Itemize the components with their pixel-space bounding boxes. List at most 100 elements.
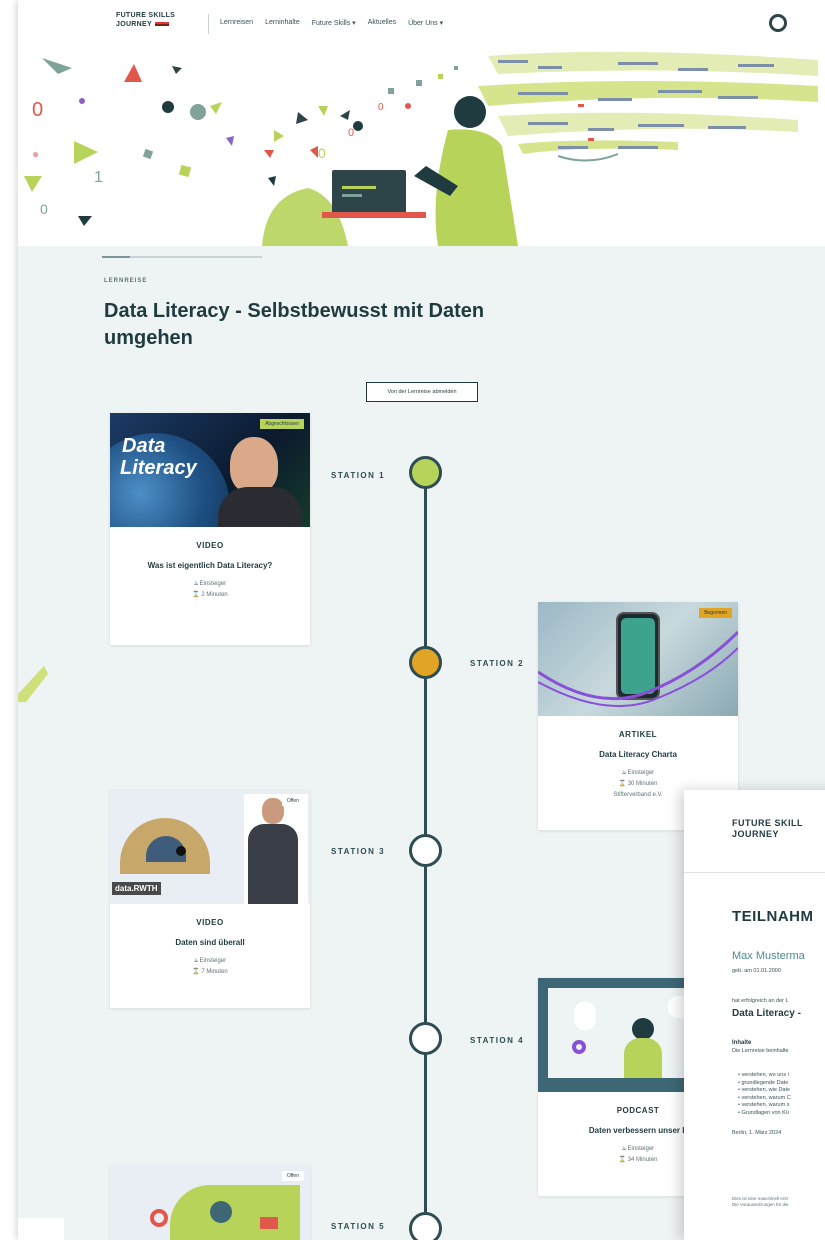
top-navigation: FUTURE SKILLS JOURNEY Lernreisen Lerninh… [18, 0, 825, 46]
card-title: Data Literacy Charta [599, 750, 677, 759]
status-badge: Offen [281, 796, 304, 806]
box-shape [260, 1217, 278, 1229]
card-level: Einsteiger [627, 770, 655, 776]
decorative-arrow-shape [18, 666, 48, 702]
nav-link-aktuelles[interactable]: Aktuelles [368, 19, 396, 27]
card-type: VIDEO [196, 541, 224, 550]
station-1-label: STATION 1 [331, 471, 386, 480]
user-profile-icon[interactable] [769, 14, 787, 32]
nav-link-lernreisen[interactable]: Lernreisen [220, 19, 253, 27]
card-level: Einsteiger [199, 581, 227, 587]
list-item: verstehen, wie Date [738, 1087, 791, 1095]
footer-line-2: Die Voraussetzungen für die [732, 1202, 789, 1207]
globe-shape [210, 1201, 232, 1223]
nav-link-lerninhalte[interactable]: Lerninhalte [265, 19, 300, 27]
map-illustration [170, 1185, 300, 1240]
rwth-logo: data.RWTH [112, 882, 161, 895]
station-3-marker[interactable] [409, 834, 442, 867]
card-duration: 7 Minuten [201, 969, 228, 975]
svg-text:0: 0 [348, 127, 354, 139]
station-5-marker[interactable] [409, 1212, 442, 1240]
station-4-label: STATION 4 [470, 1036, 525, 1045]
certificate-logo: FUTURE SKILL JOURNEY [732, 818, 803, 840]
card-duration: 34 Minuten [627, 1157, 658, 1163]
card-level: Einsteiger [199, 958, 227, 964]
svg-text:0: 0 [32, 99, 43, 121]
presenter-body [218, 487, 302, 527]
logo-flag-icon [154, 22, 169, 27]
content-card-station-1[interactable]: Data Literacy Abgeschlossen VIDEO Was is… [110, 413, 310, 645]
page-title: Data Literacy - Selbstbewusst mit Daten … [104, 300, 485, 349]
nav-divider [208, 14, 209, 34]
site-logo[interactable]: FUTURE SKILLS JOURNEY [116, 11, 175, 29]
hero-artwork: 0 ● 1 0 0 0 0 [24, 51, 818, 246]
station-2-marker[interactable] [409, 646, 442, 679]
svg-text:0: 0 [378, 102, 384, 113]
station-4-marker[interactable] [409, 1022, 442, 1055]
certificate-divider [684, 872, 825, 873]
card-thumbnail: Data Literacy Abgeschlossen [110, 413, 310, 527]
ring-shape [150, 1209, 168, 1227]
card-thumbnail: Offen [110, 1165, 310, 1240]
certificate-footer: Dies ist eine maschinell erst Die Voraus… [732, 1196, 789, 1208]
participant-dob: geb. am 01.01.2000 [732, 968, 781, 974]
contents-heading: Inhalte [732, 1040, 752, 1046]
card-thumbnail: Begonnen [538, 602, 738, 716]
contents-intro: Die Lernreise beinhalte [732, 1048, 789, 1054]
list-item: verstehen, wo uns i [738, 1072, 791, 1080]
thumb-title-line-1: Data [122, 435, 166, 457]
list-item: verstehen, warum s [738, 1102, 791, 1110]
thumb-title-line-2: Literacy [120, 457, 197, 479]
thumb-title: Data Literacy [120, 435, 197, 479]
list-item: grundlegende Date [738, 1080, 791, 1088]
card-thumbnail: data.RWTH Offen [110, 790, 310, 904]
logo-line-1: FUTURE SKILLS [116, 12, 176, 19]
card-level: Einsteiger [627, 1146, 655, 1152]
card-duration: 30 Minuten [627, 781, 658, 787]
content-card-station-5[interactable]: Offen [110, 1165, 310, 1240]
completion-text: hat erfolgreich an der L [732, 998, 789, 1004]
hourglass-icon: ⌛ [618, 781, 628, 787]
list-item: verstehen, warum C [738, 1095, 790, 1103]
nav-link-ueber-uns[interactable]: Über Uns ▾ [408, 19, 443, 27]
presenter-face [230, 437, 278, 493]
unsubscribe-button[interactable]: Von der Lernreise abmelden [366, 382, 478, 402]
purple-swoosh [538, 630, 738, 707]
card-meta: ⫡ Einsteiger ⌛ 7 Minuten [110, 956, 310, 977]
section-tab-indicator [102, 256, 262, 258]
certificate-preview: FUTURE SKILL JOURNEY TEILNAHM Max Muster… [684, 790, 825, 1240]
status-badge: Abgeschlossen [260, 419, 304, 429]
nav-links: Lernreisen Lerninhalte Future Skills ▾ A… [220, 19, 443, 27]
svg-text:●: ● [32, 147, 39, 161]
station-1-marker[interactable] [409, 456, 442, 489]
status-badge: Offen [281, 1171, 304, 1181]
list-item: Grundlagen von Kü [738, 1110, 791, 1118]
svg-text:0: 0 [318, 145, 326, 161]
cert-logo-line-2: JOURNEY [732, 829, 780, 839]
station-2-label: STATION 2 [470, 659, 525, 668]
presenter-panel [244, 794, 308, 904]
station-3-label: STATION 3 [331, 847, 386, 856]
certificate-date: Berlin, 1. März 2024 [732, 1130, 782, 1136]
hero-illustration: 0 ● 1 0 0 0 0 [18, 46, 825, 246]
participant-name: Max Musterma [732, 950, 805, 962]
svg-text:1: 1 [94, 169, 103, 186]
card-duration: 2 Minuten [201, 592, 228, 598]
hourglass-icon: ⌛ [618, 1157, 628, 1163]
browser-page: FUTURE SKILLS JOURNEY Lernreisen Lerninh… [18, 0, 825, 1240]
cert-logo-line-1: FUTURE SKILL [732, 818, 803, 828]
course-title: Data Literacy - [732, 1008, 801, 1019]
contents-list: verstehen, wo uns i grundlegende Date ve… [738, 1072, 791, 1118]
illustration-dot [176, 846, 186, 856]
content-card-station-3[interactable]: data.RWTH Offen VIDEO Daten sind überall… [110, 790, 310, 1008]
status-badge: Begonnen [699, 608, 732, 618]
card-type: VIDEO [196, 918, 224, 927]
page-eyebrow: LERNREISE [104, 278, 148, 284]
svg-text:0: 0 [40, 201, 48, 217]
nav-link-future-skills[interactable]: Future Skills ▾ [312, 19, 356, 27]
card-title: Daten sind überall [175, 938, 245, 947]
certificate-heading: TEILNAHM [732, 908, 814, 925]
card-title: Was ist eigentlich Data Literacy? [147, 561, 273, 570]
logo-line-2: JOURNEY [116, 21, 152, 28]
card-type: ARTIKEL [618, 730, 658, 739]
